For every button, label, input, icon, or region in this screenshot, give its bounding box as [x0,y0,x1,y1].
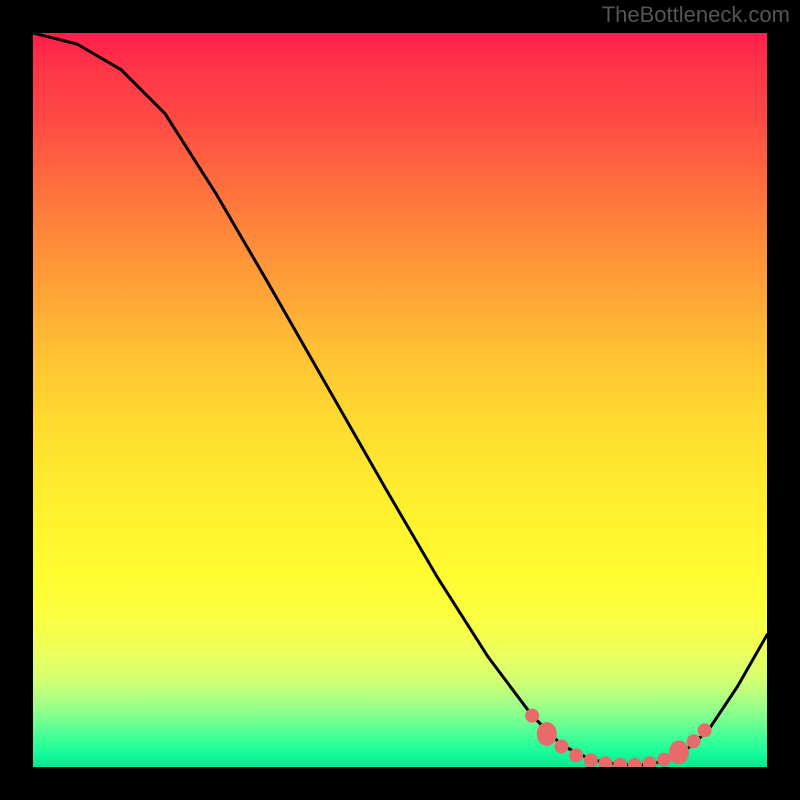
curve-line [33,33,767,765]
chart-svg [33,33,767,767]
plot-area [33,33,767,767]
data-markers [525,709,711,767]
chart-container: TheBottleneck.com [0,0,800,800]
watermark-text: TheBottleneck.com [602,2,790,28]
